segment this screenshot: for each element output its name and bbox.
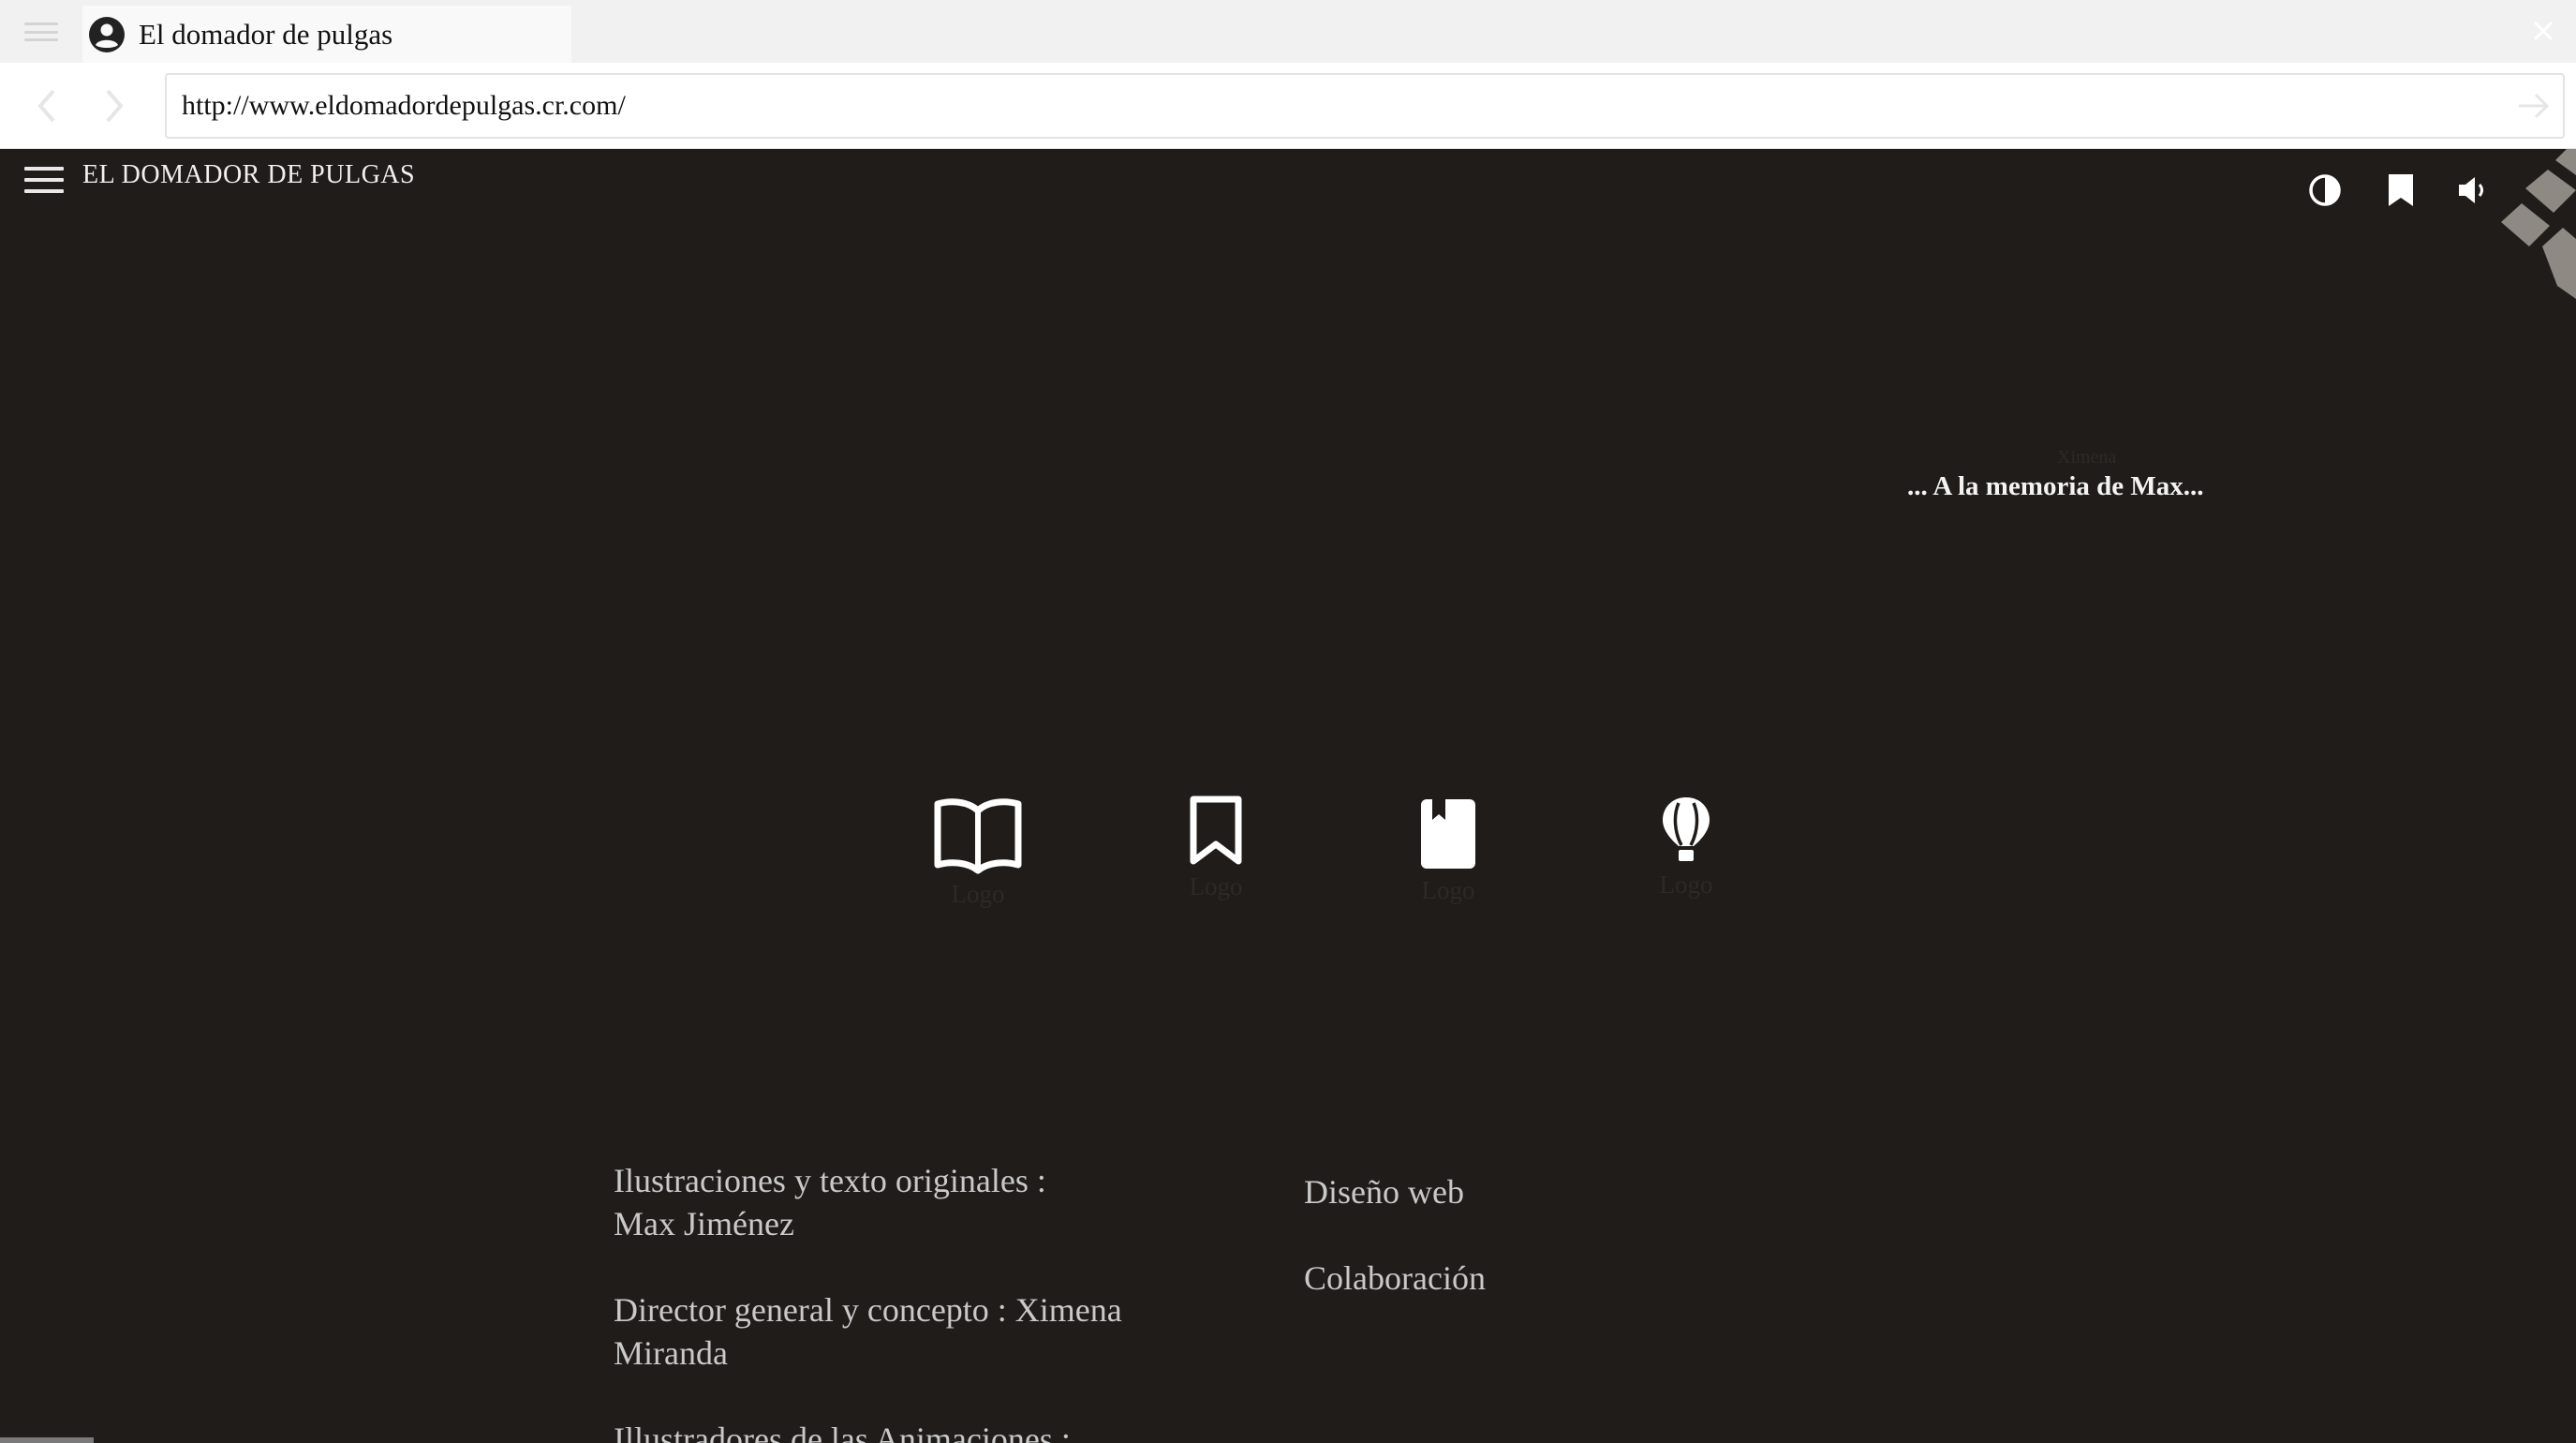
browser-tab[interactable]: El domador de pulgas <box>82 6 571 63</box>
credit-role: Illustradores de las Animaciones : <box>614 1421 1071 1443</box>
horizontal-scrollbar[interactable] <box>0 1437 94 1443</box>
browser-menu-icon[interactable] <box>22 17 60 47</box>
link-web-design[interactable]: Diseño web <box>1304 1170 1486 1213</box>
link-collaboration[interactable]: Colaboración <box>1304 1257 1486 1300</box>
open-book-icon <box>934 798 1022 874</box>
tab-title: El domador de pulgas <box>139 17 393 51</box>
feature-explore[interactable]: Logo <box>1611 796 1761 917</box>
feature-label: Logo <box>1421 876 1475 904</box>
chevron-left-icon <box>37 89 55 123</box>
url-text[interactable]: http://www.eldomadordepulgas.cr.com/ <box>182 90 626 122</box>
arrow-right-icon <box>2519 93 2550 119</box>
credits-section: Ilustraciones y texto originales : Max J… <box>614 1159 1269 1443</box>
credit-item: Ilustraciones y texto originales : Max J… <box>614 1159 1269 1245</box>
book-icon <box>1421 799 1475 869</box>
close-icon[interactable] <box>2525 13 2561 49</box>
back-button[interactable] <box>24 83 69 128</box>
dedication-faint-text: Ximena <box>2057 447 2117 468</box>
forward-button[interactable] <box>92 83 137 128</box>
bookmark-button[interactable] <box>2380 170 2421 211</box>
credit-role: Ilustraciones y texto originales : <box>614 1162 1046 1199</box>
credit-item: Director general y concepto : Ximena Mir… <box>614 1288 1269 1375</box>
feature-read[interactable]: Logo <box>903 796 1053 917</box>
feature-bookmark[interactable]: Logo <box>1141 796 1291 917</box>
chevron-right-icon <box>106 89 124 123</box>
credit-role: Director general y concepto : Ximena <box>614 1291 1122 1329</box>
corner-decoration <box>2501 149 2576 299</box>
browser-nav-bar: http://www.eldomadordepulgas.cr.com/ <box>0 63 2576 149</box>
browser-tab-bar: El domador de pulgas <box>0 0 2576 63</box>
hot-air-balloon-icon <box>1663 797 1710 861</box>
dedication-text: ... A la memoria de Max... <box>1907 471 2204 501</box>
footer-links: Diseño web Colaboración <box>1304 1170 1486 1343</box>
go-button[interactable] <box>2512 84 2555 127</box>
page-content: EL DOMADOR DE PULGAS Ximena ... A la mem… <box>0 149 2576 1443</box>
contrast-button[interactable] <box>2304 170 2346 211</box>
contrast-icon <box>2309 174 2341 206</box>
feature-label: Logo <box>1659 870 1713 899</box>
address-bar[interactable]: http://www.eldomadordepulgas.cr.com/ <box>165 73 2565 139</box>
credit-item: Illustradores de las Animaciones : <box>614 1418 1269 1443</box>
feature-label: Logo <box>1189 872 1243 900</box>
account-icon <box>89 16 125 52</box>
site-title[interactable]: EL DOMADOR DE PULGAS <box>82 160 415 190</box>
bookmark-icon <box>1190 796 1242 865</box>
hamburger-menu-icon[interactable] <box>24 164 64 196</box>
feature-label: Logo <box>951 880 1005 908</box>
bookmark-icon <box>2389 174 2413 206</box>
credit-name: Max Jiménez <box>614 1205 794 1242</box>
credit-name: Miranda <box>614 1334 728 1372</box>
feature-book[interactable]: Logo <box>1373 796 1523 917</box>
